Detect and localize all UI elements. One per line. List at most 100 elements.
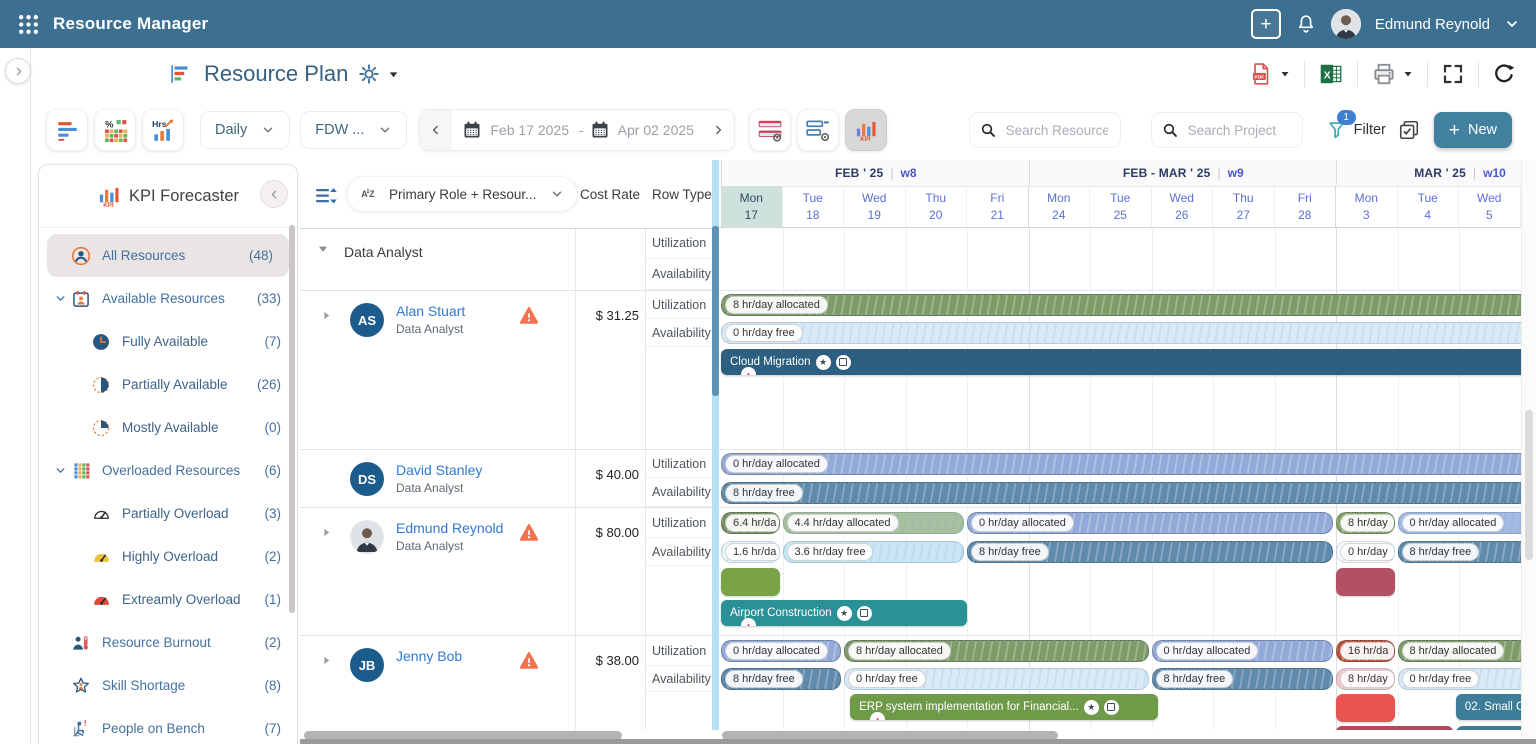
resource-row-david-stanley[interactable]: DS David Stanley Data Analyst $ 40.00 Utiliz… [300,450,712,508]
heatmap-view-button[interactable]: % [94,109,136,151]
multi-select-icon[interactable] [1398,119,1420,141]
calendar-icon[interactable] [590,120,610,140]
allocation-bar[interactable]: 0 hr/day allocated [721,453,1522,475]
allocation-bar[interactable]: 0 hr/day free [844,668,1149,690]
sidebar-item-highly-overload[interactable]: Highly Overload (2) [39,535,297,578]
quick-add-button[interactable]: + [1250,9,1281,39]
project-bar[interactable]: 02. Small Ce [1455,694,1522,720]
allocation-bar[interactable]: 8 hr/day free [1151,668,1333,690]
chevron-down-icon[interactable] [51,464,69,477]
star-icon[interactable]: ★ [1083,699,1099,715]
sidebar-item-fully-available[interactable]: Fully Available (7) [39,320,297,363]
allocation-bar[interactable]: 8 hr/day [1336,512,1395,534]
sidebar-item-extreamly-overload[interactable]: Extreamly Overload (1) [39,578,297,621]
sidebar-item-partially-available[interactable]: Partially Available (26) [39,363,297,406]
hours-view-button[interactable]: Hrs [142,109,184,151]
user-menu-chevron-icon[interactable] [1504,16,1520,32]
star-icon[interactable]: ★ [836,605,852,621]
project-block[interactable] [721,568,780,596]
allocation-bar[interactable]: 8 hr/day free [1397,541,1522,563]
resource-name[interactable]: David Stanley [396,462,482,478]
chevron-down-icon[interactable] [51,292,69,305]
project-bar[interactable]: Cloud Migration ★ ▲ [721,349,1522,375]
export-pdf-button[interactable]: PDF [1246,59,1293,89]
allocation-bar[interactable]: 0 hr/day allocated [967,512,1333,534]
right-scrollbar-track[interactable] [1521,160,1536,744]
export-excel-button[interactable]: X [1316,59,1346,89]
status-square-icon[interactable] [1103,699,1119,715]
sidebar-scrollbar[interactable] [289,225,295,613]
project-bar[interactable]: ERP system implementation for Financial.… [850,694,1158,720]
fullscreen-button[interactable] [1439,60,1467,88]
search-resource-input[interactable] [1003,121,1110,139]
bottom-scrollbar-track[interactable] [300,739,1536,744]
next-period-button[interactable] [701,110,734,150]
resource-name[interactable]: Edmund Reynold [396,520,503,536]
allocation-bar[interactable]: 3.6 hr/day free [782,541,964,563]
row-settings-button[interactable] [748,109,791,151]
allocation-bar[interactable]: 0 hr/day free [1397,668,1522,690]
bar-settings-button[interactable] [796,109,839,151]
allocation-bar[interactable]: 0 hr/day [1336,541,1395,563]
sidebar-item-skill-shortage[interactable]: Skill Shortage (8) [39,664,297,707]
gantt-view-button[interactable] [46,109,88,151]
expand-row-icon[interactable] [320,309,333,322]
sidebar-item-partially-overload[interactable]: Partially Overload (3) [39,492,297,535]
user-avatar[interactable] [1330,9,1361,39]
project-bar[interactable]: Airport Construction ★ ▲ [721,600,968,626]
group-by-dropdown[interactable]: AZ Primary Role + Resour... [346,176,578,212]
refresh-button[interactable] [1490,60,1518,88]
collapse-sidebar-button[interactable] [260,180,288,208]
granularity-select[interactable]: Daily [200,111,291,149]
allocation-bar[interactable]: 8 hr/day free [721,481,1522,504]
allocation-bar[interactable]: 8 hr/day free [967,541,1333,563]
priority-triangle-icon[interactable]: ▲ [870,712,886,720]
settings-chevron-icon[interactable] [387,68,400,81]
calendar-icon[interactable] [462,120,482,140]
resource-name[interactable]: Alan Stuart [396,303,465,319]
allocation-bar[interactable]: 8 hr/day allocated [844,640,1149,662]
sidebar-item-resource-burnout[interactable]: Resource Burnout (2) [39,621,297,664]
allocation-bar[interactable]: 16 hr/da [1336,640,1395,662]
allocation-bar[interactable]: 0 hr/day allocated [721,640,841,662]
allocation-bar[interactable]: 8 hr/day allocated [1397,640,1522,662]
resource-row-jenny-bob[interactable]: JB Jenny Bob $ 38.00 Utilization Availabilit… [300,636,712,730]
priority-triangle-icon[interactable]: ▲ [741,618,756,626]
project-bar[interactable]: ★▲ [1336,726,1453,730]
sidebar-item-overloaded-resources[interactable]: Overloaded Resources (6) [39,449,297,492]
project-block[interactable] [1455,726,1522,730]
resource-row-edmund-reynold[interactable]: Edmund Reynold Data Analyst $ 80.00 Utiliza… [300,508,712,636]
sidebar-item-mostly-available[interactable]: Mostly Available (0) [39,406,297,449]
sidebar-item-people-on-bench[interactable]: ! People on Bench (7) [39,707,297,744]
status-square-icon[interactable] [856,605,872,621]
apps-grid-icon[interactable] [16,12,41,37]
search-project-input[interactable] [1185,121,1292,139]
project-block[interactable] [1336,568,1395,596]
allocation-bar[interactable]: 8 hr/day free [721,668,841,690]
group-row-data-analyst[interactable]: Data Analyst Utilization Availability [300,228,712,291]
date-end[interactable]: Apr 02 2025 [618,122,694,138]
allocation-bar[interactable]: 0 hr/day allocated [1151,640,1333,662]
star-icon[interactable]: ★ [815,354,831,370]
status-square-icon[interactable] [835,354,851,370]
expand-row-icon[interactable] [320,526,333,539]
notifications-bell-icon[interactable] [1295,13,1317,35]
new-button[interactable]: + New [1433,112,1512,148]
expand-row-icon[interactable] [320,654,333,667]
filter-button[interactable]: 1 Filter [1327,110,1386,141]
project-block[interactable] [1336,694,1395,722]
priority-triangle-icon[interactable]: ▲ [741,367,756,375]
allocation-bar[interactable]: 4.4 hr/day allocated [782,512,964,534]
profile-select[interactable]: FDW ... [300,111,408,149]
date-start[interactable]: Feb 17 2025 [490,122,569,138]
allocation-bar[interactable]: 0 hr/day allocated [1397,512,1522,534]
prev-period-button[interactable] [420,110,453,150]
sidebar-item-all-resources[interactable]: All Resources (48) [47,234,289,277]
sort-icon[interactable] [314,184,338,208]
allocation-bar[interactable]: 6.4 hr/da [721,512,780,534]
allocation-bar[interactable]: 0 hr/day free [721,322,1522,344]
settings-gear-icon[interactable] [358,63,380,85]
sidebar-item-available-resources[interactable]: Available Resources (33) [39,277,297,320]
allocation-bar[interactable]: 8 hr/day allocated [721,294,1522,316]
collapse-group-icon[interactable] [316,242,330,256]
